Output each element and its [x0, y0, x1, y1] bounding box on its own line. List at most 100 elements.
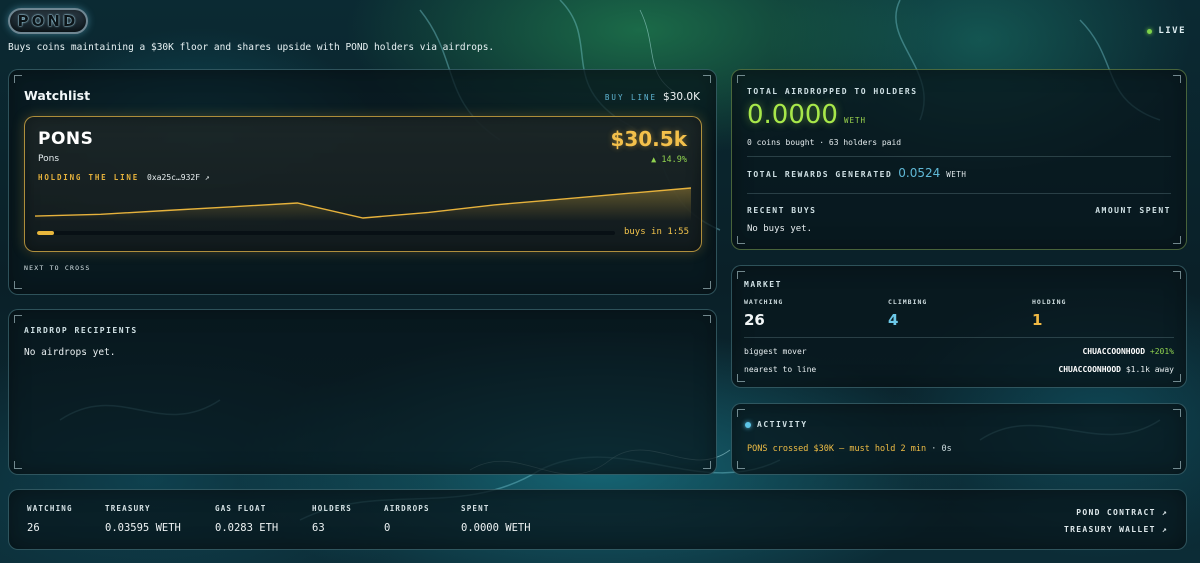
total-rewards: TOTAL REWARDS GENERATED 0.0524 WETH — [747, 166, 966, 180]
price-sparkline — [35, 187, 691, 221]
corner-bracket — [14, 461, 22, 469]
market-stat-value: 26 — [744, 311, 765, 329]
total-airdropped-label: TOTAL AIRDROPPED TO HOLDERS — [747, 87, 918, 96]
activity-title: ACTIVITY — [757, 420, 808, 429]
footer-stats-bar: WATCHING 26 TREASURY 0.03595 WETH GAS FL… — [8, 489, 1187, 550]
corner-bracket — [737, 409, 745, 417]
live-dot-icon — [1147, 28, 1153, 34]
corner-bracket — [737, 461, 745, 469]
coin-status-row: HOLDING THE LINE 0xa25c…932F ↗ — [38, 173, 210, 182]
corner-bracket — [14, 75, 22, 83]
live-indicator: LIVE — [1147, 26, 1186, 36]
recent-buys-header: RECENT BUYS AMOUNT SPENT — [747, 206, 1171, 215]
footer-stat-value: 0.0000 WETH — [461, 522, 531, 534]
corner-bracket — [1173, 461, 1181, 469]
corner-bracket — [1173, 409, 1181, 417]
buy-line-value: $30.0K — [663, 91, 700, 103]
coin-change: ▲ 14.9% — [651, 155, 687, 165]
nearest-to-line-row: nearest to line CHUACCOONHOOD $1.1k away — [744, 365, 1174, 374]
footer-stat-watching: WATCHING 26 — [27, 504, 105, 534]
buy-line: BUY LINE $30.0K — [605, 91, 700, 103]
footer-stat-label: AIRDROPS — [384, 504, 430, 513]
pond-logo[interactable]: POND — [8, 8, 88, 34]
footer-stats: WATCHING 26 TREASURY 0.03595 WETH GAS FL… — [27, 504, 571, 534]
biggest-mover-value: CHUACCOONHOOD +201% — [1082, 347, 1174, 356]
corner-bracket — [737, 75, 745, 83]
total-rewards-unit: WETH — [946, 170, 967, 179]
corner-bracket — [1173, 271, 1181, 279]
footer-stat-value: 0.03595 WETH — [105, 522, 181, 534]
treasury-wallet-link[interactable]: TREASURY WALLET ↗ — [1064, 525, 1168, 534]
recent-buys-empty-text: No buys yet. — [747, 224, 813, 234]
pond-contract-link[interactable]: POND CONTRACT ↗ — [1076, 508, 1168, 517]
coin-symbol: PONS — [38, 129, 94, 149]
activity-panel: ACTIVITY PONS crossed $30K — must hold 2… — [731, 403, 1187, 475]
corner-bracket — [14, 315, 22, 323]
market-stat-holding: HOLDING 1 — [1032, 298, 1176, 329]
activity-separator: · — [931, 444, 942, 454]
corner-bracket — [14, 281, 22, 289]
buy-countdown: buys in 1:55 — [623, 227, 689, 237]
corner-bracket — [703, 281, 711, 289]
coin-address-link[interactable]: 0xa25c…932F ↗ — [147, 173, 210, 182]
corner-bracket — [737, 374, 745, 382]
watchlist-title: Watchlist — [24, 88, 91, 103]
total-rewards-value: 0.0524 — [898, 166, 941, 180]
footer-stat-holders: HOLDERS 63 — [312, 504, 384, 534]
activity-header: ACTIVITY — [745, 420, 808, 429]
activity-entry: PONS crossed $30K — must hold 2 min · 0s — [747, 444, 952, 454]
totals-summary: 0 coins bought · 63 holders paid — [747, 138, 902, 147]
footer-stat-value: 63 — [312, 522, 325, 534]
watchlist-panel: Watchlist BUY LINE $30.0K PONS Pons HOLD… — [8, 69, 717, 295]
sparkline-area — [35, 188, 691, 221]
biggest-mover-coin: CHUACCOONHOOD — [1082, 347, 1146, 356]
total-rewards-label: TOTAL REWARDS GENERATED — [747, 170, 893, 179]
market-stat-label: HOLDING — [1032, 298, 1067, 306]
market-stat-value: 4 — [888, 311, 899, 329]
market-stat-watching: WATCHING 26 — [744, 298, 888, 329]
biggest-mover-change: +201% — [1149, 347, 1174, 356]
biggest-mover-label: biggest mover — [744, 347, 807, 356]
divider — [747, 156, 1171, 157]
next-to-cross-label: NEXT TO CROSS — [24, 264, 91, 272]
total-airdropped-unit: WETH — [843, 116, 867, 125]
coin-name: Pons — [38, 154, 60, 164]
market-panel: MARKET WATCHING 26 CLIMBING 4 HOLDING 1 … — [731, 265, 1187, 388]
market-stat-label: WATCHING — [744, 298, 784, 306]
amount-spent-label: AMOUNT SPENT — [1095, 206, 1171, 215]
nearest-to-line-label: nearest to line — [744, 365, 817, 374]
total-airdropped: 0.0000 WETH — [747, 100, 866, 130]
corner-bracket — [1173, 236, 1181, 244]
footer-stat-value: 0.0283 ETH — [215, 522, 279, 534]
market-stats: WATCHING 26 CLIMBING 4 HOLDING 1 — [744, 298, 1176, 329]
footer-stat-spent: SPENT 0.0000 WETH — [461, 504, 571, 534]
nearest-to-line-value: CHUACCOONHOOD $1.1k away — [1058, 365, 1174, 374]
biggest-mover-row: biggest mover CHUACCOONHOOD +201% — [744, 347, 1174, 356]
activity-message: PONS crossed $30K — must hold 2 min — [747, 444, 927, 454]
footer-stat-label: WATCHING — [27, 504, 73, 513]
total-airdropped-value: 0.0000 — [747, 100, 838, 130]
corner-bracket — [1173, 374, 1181, 382]
footer-stat-label: SPENT — [461, 504, 490, 513]
market-stat-label: CLIMBING — [888, 298, 928, 306]
totals-panel: TOTAL AIRDROPPED TO HOLDERS 0.0000 WETH … — [731, 69, 1187, 250]
divider — [744, 337, 1174, 338]
footer-links: POND CONTRACT ↗ TREASURY WALLET ↗ — [1064, 508, 1168, 534]
activity-time: 0s — [941, 444, 952, 454]
coin-price: $30.5k — [610, 127, 687, 151]
footer-stat-gas-float: GAS FLOAT 0.0283 ETH — [215, 504, 312, 534]
tagline: Buys coins maintaining a $30K floor and … — [8, 42, 495, 53]
coin-card[interactable]: PONS Pons HOLDING THE LINE 0xa25c…932F ↗… — [24, 116, 702, 252]
footer-stat-label: TREASURY — [105, 504, 151, 513]
corner-bracket — [703, 461, 711, 469]
footer-stat-value: 0 — [384, 522, 391, 534]
corner-bracket — [737, 271, 745, 279]
footer-stat-label: HOLDERS — [312, 504, 353, 513]
airdrop-empty-text: No airdrops yet. — [24, 347, 116, 358]
activity-dot-icon — [745, 421, 751, 428]
nearest-distance: $1.1k away — [1125, 365, 1174, 374]
airdrop-recipients-title: AIRDROP RECIPIENTS — [24, 326, 138, 335]
market-stat-climbing: CLIMBING 4 — [888, 298, 1032, 329]
live-label: LIVE — [1158, 26, 1186, 36]
coin-status: HOLDING THE LINE — [38, 173, 140, 182]
